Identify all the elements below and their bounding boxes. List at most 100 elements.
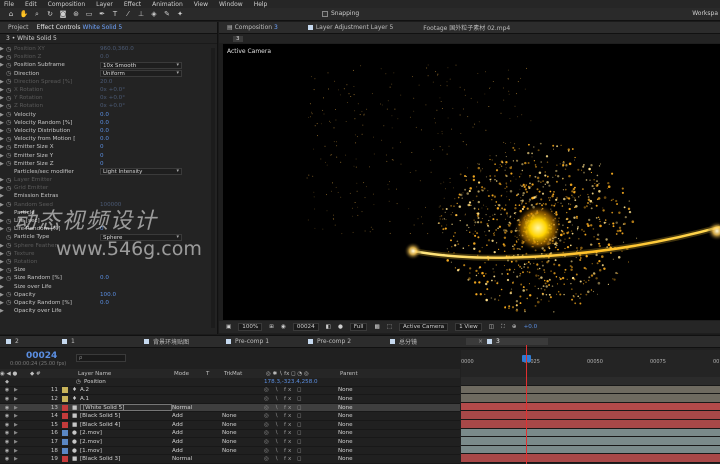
effect-property-row[interactable]: ▶ ◷ Size Random [%] 0.0 <box>0 274 210 282</box>
stopwatch-icon[interactable]: ◷ <box>76 379 84 385</box>
blend-mode-dropdown[interactable]: Add <box>172 422 204 428</box>
camera-icon[interactable]: ◧ <box>326 324 331 330</box>
stopwatch-icon[interactable]: ◷ <box>6 160 14 167</box>
effect-property-value[interactable]: 0.0 <box>100 136 109 142</box>
blend-mode-dropdown[interactable]: Add <box>172 439 204 445</box>
effect-property-row[interactable]: ▶ ◷ Position Subframe 10x Smooth <box>0 61 210 69</box>
tab-footage[interactable]: Footage 国外粒子素材 02.mp4 <box>423 23 510 32</box>
label-color-swatch[interactable] <box>62 413 68 420</box>
snapping-toggle[interactable]: Snapping <box>322 10 359 17</box>
view-layout-dropdown[interactable]: 1 View <box>455 323 482 331</box>
layer-row[interactable]: ◉ ▶ 19 ■ [Black Solid 3] Normal ◎ ∖ fx ◻ None <box>0 455 460 464</box>
layer-duration-bar[interactable] <box>461 377 720 386</box>
effect-property-row[interactable]: ▶ ◷ Z Rotation 0x +0.0° <box>0 102 210 110</box>
effect-property-dropdown[interactable]: 10x Smooth <box>100 61 182 69</box>
effect-property-row[interactable]: ▶ Opacity over Life <box>0 307 210 315</box>
effect-property-value[interactable]: 20.0 <box>100 79 112 85</box>
track-matte-dropdown[interactable]: None <box>222 439 264 445</box>
effect-property-row[interactable]: ▶ ◷ Layer Emitter <box>0 176 210 184</box>
track-matte-dropdown[interactable]: None <box>222 448 264 454</box>
expand-triangle-icon[interactable]: ▶ <box>14 387 44 393</box>
label-color-swatch[interactable] <box>62 430 68 437</box>
layer-row[interactable]: ◉ ▶ 18 ● [1.mov] Add None ◎ ∖ fx ◻ None <box>0 447 460 456</box>
timecode-display[interactable]: 00024 <box>292 323 319 331</box>
menu-item-composition[interactable]: Composition <box>48 1 85 8</box>
effect-property-value[interactable]: 0x +0.0° <box>100 95 125 101</box>
layer-duration-bar[interactable] <box>461 385 720 395</box>
tab-project[interactable]: Project <box>8 24 29 31</box>
parent-dropdown[interactable]: None <box>338 422 398 428</box>
puppet-pin-icon[interactable]: ✦ <box>175 9 185 19</box>
current-time-indicator[interactable] <box>526 345 527 464</box>
menu-item-edit[interactable]: Edit <box>25 1 37 8</box>
layer-search-input[interactable]: ρ <box>76 354 126 362</box>
effect-property-row[interactable]: ▶ ◷ Position XY 960.0,360.0 <box>0 45 210 53</box>
layer-row[interactable]: ◉ ▶ 12 ♦ A.1 ◎ ∖ fx ◻ None <box>0 395 460 404</box>
blend-mode-dropdown[interactable]: Normal <box>172 456 204 462</box>
hand-icon[interactable]: ✋ <box>19 9 29 19</box>
visibility-eye-icon[interactable]: ◆ <box>0 379 14 385</box>
type-icon[interactable]: T <box>110 9 120 19</box>
layer-switches[interactable]: ◎ ∖ fx ◻ <box>264 387 338 393</box>
effect-property-row[interactable]: ▶ ◷ Emitter Size Y0 <box>0 151 210 159</box>
tab-layer-adjustment[interactable]: Layer Adjustment Layer 5 <box>307 24 393 31</box>
visibility-eye-icon[interactable]: ◉ <box>0 396 14 402</box>
stopwatch-icon[interactable]: ◷ <box>6 275 14 282</box>
stopwatch-icon[interactable]: ◷ <box>6 242 14 249</box>
label-color-swatch[interactable] <box>62 404 68 411</box>
label-color-swatch[interactable] <box>62 421 68 428</box>
effect-property-row[interactable]: ▶ ◷ Velocity 0.0 <box>0 111 210 119</box>
stopwatch-icon[interactable]: ◷ <box>6 291 14 298</box>
layer-name[interactable]: [1.mov] <box>80 448 172 454</box>
effect-property-value[interactable]: 0.0 <box>100 128 109 134</box>
stopwatch-icon[interactable]: ◷ <box>6 70 14 77</box>
timeline-tab[interactable]: Pre-comp 1 <box>220 338 302 345</box>
expand-triangle-icon[interactable]: ▶ <box>14 422 44 428</box>
stopwatch-icon[interactable]: ◷ <box>6 46 14 53</box>
fast-preview-icon[interactable]: ⬚ <box>387 324 392 330</box>
grid-icon[interactable]: ⊞ <box>269 324 274 330</box>
resolution-dropdown[interactable]: Full <box>349 323 368 331</box>
layer-name-header[interactable]: Layer Name <box>78 371 174 377</box>
blend-mode-dropdown[interactable]: Add <box>172 413 204 419</box>
visibility-eye-icon[interactable]: ◉ <box>0 448 14 454</box>
visibility-eye-icon[interactable]: ◉ <box>0 456 14 462</box>
layer-name[interactable]: [Black Solid 3] <box>80 456 172 462</box>
camera-icon[interactable]: ◙ <box>58 9 68 19</box>
expand-triangle-icon[interactable]: ▶ <box>14 439 44 445</box>
timeline-tab[interactable]: Pre-comp 2 <box>302 338 384 345</box>
effect-property-row[interactable]: Particles/sec modifier Light Intensity <box>0 168 210 176</box>
effect-property-row[interactable]: ▶ ◷ Emitter Size X0 <box>0 143 210 151</box>
snapping-checkbox[interactable] <box>322 10 328 17</box>
position-property-row[interactable]: ◆ ◷ Position 178.3,-323.4,258.0 <box>0 378 460 387</box>
stopwatch-icon[interactable]: ◷ <box>6 144 14 151</box>
effect-property-dropdown[interactable]: Uniform <box>100 70 182 78</box>
label-color-swatch[interactable] <box>62 438 68 445</box>
blend-mode-dropdown[interactable]: Normal <box>172 405 204 411</box>
stopwatch-icon[interactable]: ◷ <box>6 152 14 159</box>
close-tab-icon[interactable]: × <box>478 338 483 345</box>
visibility-eye-icon[interactable]: ◉ <box>0 430 14 436</box>
disclosure-triangle-icon[interactable]: ▶ <box>0 193 6 199</box>
layer-duration-bar[interactable] <box>461 394 720 403</box>
parent-dropdown[interactable]: None <box>338 456 398 462</box>
parent-dropdown[interactable]: None <box>338 448 398 454</box>
visibility-eye-icon[interactable]: ◉ <box>0 387 14 393</box>
effect-property-row[interactable]: ▶ ◷ Opacity 100.0 <box>0 291 210 299</box>
layer-name[interactable]: [Black Solid 4] <box>80 422 172 428</box>
track-matte-dropdown[interactable]: None <box>222 430 264 436</box>
layer-name[interactable]: [2.mov] <box>80 430 172 436</box>
layer-switches[interactable]: ◎ ∖ fx ◻ <box>264 439 338 445</box>
expand-triangle-icon[interactable]: ▶ <box>14 413 44 419</box>
track-matte-dropdown[interactable]: None <box>222 413 264 419</box>
menu-item-layer[interactable]: Layer <box>96 1 113 8</box>
layer-switches[interactable]: ◎ ∖ fx ◻ <box>264 396 338 402</box>
effect-property-value[interactable]: 0.0 <box>100 112 109 118</box>
transparency-grid-icon[interactable]: ▩ <box>374 324 379 330</box>
disclosure-triangle-icon[interactable]: ▶ <box>0 308 6 314</box>
layer-switches[interactable]: ◎ ∖ fx ◻ <box>264 422 338 428</box>
stopwatch-icon[interactable]: ◷ <box>6 78 14 85</box>
effect-property-row[interactable]: ▶ ◷ Size <box>0 266 210 274</box>
menu-item-file[interactable]: File <box>4 1 14 8</box>
stopwatch-icon[interactable]: ◷ <box>6 267 14 274</box>
